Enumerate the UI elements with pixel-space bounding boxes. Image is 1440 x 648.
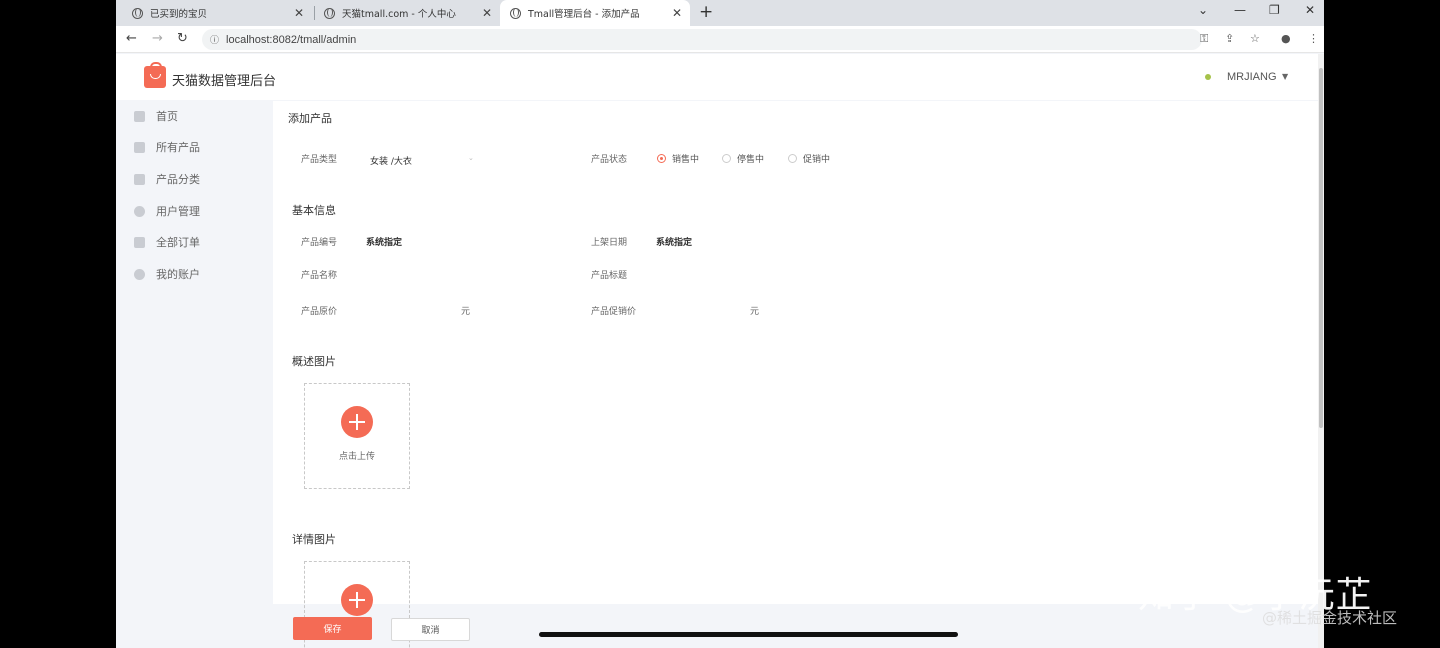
shelf-date-value: 系统指定 — [656, 238, 693, 248]
reload-icon[interactable]: ↻ — [177, 31, 188, 46]
tab-title: Tmall管理后台 - 添加产品 — [528, 9, 640, 20]
home-indicator — [539, 632, 958, 637]
shelf-date-label: 上架日期 — [591, 238, 628, 248]
page-title: 添加产品 — [288, 112, 332, 125]
user-icon — [134, 205, 145, 217]
sidebar-item-categories[interactable]: 产品分类 — [134, 170, 200, 188]
original-price-label: 产品原价 — [301, 307, 338, 317]
sidebar-item-label: 全部订单 — [156, 236, 200, 249]
original-price-input[interactable] — [366, 301, 456, 317]
product-title-label: 产品标题 — [591, 271, 628, 281]
back-icon[interactable]: ← — [126, 31, 137, 46]
bookmark-star-icon[interactable]: ☆ — [1250, 32, 1260, 45]
sidebar-item-account[interactable]: 我的账户 — [134, 265, 200, 283]
share-icon[interactable]: ⇪ — [1225, 32, 1234, 45]
promo-price-label: 产品促销价 — [591, 307, 637, 317]
gear-icon — [134, 268, 145, 280]
status-radio-off-sale[interactable]: 停售中 — [722, 152, 764, 165]
sidebar-item-orders[interactable]: 全部订单 — [134, 233, 200, 251]
radio-checked-icon — [657, 154, 666, 163]
add-product-form: 添加产品 产品类型 女装 /大衣 ⌄ 产品状态 销售中 停售中 促销中 基本信息… — [273, 101, 1318, 648]
product-name-label: 产品名称 — [301, 271, 338, 281]
radio-label: 销售中 — [672, 155, 700, 165]
basic-info-title: 基本信息 — [292, 204, 336, 217]
site-info-icon[interactable]: ⓘ — [210, 33, 219, 46]
product-id-label: 产品编号 — [301, 238, 338, 248]
original-price-unit: 元 — [461, 307, 471, 317]
window-close-icon[interactable]: ✕ — [1305, 3, 1315, 17]
globe-icon — [132, 7, 143, 19]
detail-images-title: 详情图片 — [292, 533, 336, 546]
chevron-down-icon[interactable]: ⌄ — [468, 154, 474, 162]
sidebar: 首页 所有产品 产品分类 用户管理 全部订单 我的账户 — [116, 100, 272, 648]
menu-kebab-icon[interactable]: ⋮ — [1308, 32, 1319, 45]
home-icon — [134, 110, 145, 122]
sidebar-item-users[interactable]: 用户管理 — [134, 202, 200, 220]
sidebar-item-all-products[interactable]: 所有产品 — [134, 138, 200, 156]
product-type-label: 产品类型 — [301, 155, 338, 165]
tmall-bag-logo-icon — [144, 62, 166, 88]
profile-icon[interactable]: ● — [1281, 32, 1291, 45]
tab-close-icon[interactable]: ✕ — [294, 6, 304, 20]
globe-icon — [510, 7, 521, 19]
status-radio-promotion[interactable]: 促销中 — [788, 152, 830, 165]
page-scrollbar[interactable] — [1318, 54, 1324, 648]
order-icon — [134, 236, 145, 248]
tab-title: 天猫tmall.com - 个人中心 — [342, 9, 456, 20]
url-bar[interactable]: ⓘ localhost:8082/tmall/admin — [202, 29, 1202, 50]
tab-search-icon[interactable]: ⌄ — [1198, 3, 1208, 17]
status-radio-on-sale[interactable]: 销售中 — [657, 152, 699, 165]
promo-price-input[interactable] — [656, 301, 746, 317]
product-type-select[interactable]: 女装 /大衣 — [370, 154, 412, 167]
user-menu[interactable]: MRJIANG — [1227, 71, 1277, 83]
product-id-value: 系统指定 — [366, 238, 403, 248]
globe-icon — [324, 7, 335, 19]
plus-icon — [341, 406, 373, 438]
sidebar-item-label: 首页 — [156, 110, 178, 123]
app-header: 天猫数据管理后台 MRJIANG ▼ — [116, 54, 1324, 100]
overview-images-title: 概述图片 — [292, 355, 336, 368]
user-avatar[interactable] — [1205, 74, 1211, 80]
forward-icon[interactable]: → — [152, 31, 163, 46]
key-icon[interactable]: ⚿ — [1200, 32, 1208, 46]
sidebar-item-label: 用户管理 — [156, 205, 200, 218]
category-icon — [134, 173, 145, 185]
radio-unchecked-icon — [722, 154, 731, 163]
product-title-input[interactable] — [656, 265, 836, 281]
maximize-icon[interactable]: ❐ — [1269, 3, 1280, 17]
radio-label: 停售中 — [737, 155, 765, 165]
tab-admin-add-product[interactable]: Tmall管理后台 - 添加产品 ✕ — [500, 0, 690, 26]
sidebar-item-home[interactable]: 首页 — [134, 107, 178, 125]
save-button[interactable]: 保存 — [293, 617, 372, 640]
sidebar-item-label: 所有产品 — [156, 141, 200, 154]
radio-unchecked-icon — [788, 154, 797, 163]
cancel-button[interactable]: 取消 — [391, 618, 470, 641]
minimize-icon[interactable]: — — [1234, 3, 1246, 17]
tab-close-icon[interactable]: ✕ — [482, 6, 492, 20]
overview-image-upload[interactable]: 点击上传 — [304, 383, 410, 489]
url-text: localhost:8082/tmall/admin — [226, 33, 357, 46]
address-toolbar: ← → ↻ ⓘ localhost:8082/tmall/admin ⚿ ⇪ ☆… — [116, 26, 1324, 53]
product-status-label: 产品状态 — [591, 155, 628, 165]
tab-purchased[interactable]: 已买到的宝贝 ✕ — [122, 0, 312, 26]
tab-personal-center[interactable]: 天猫tmall.com - 个人中心 ✕ — [314, 0, 500, 26]
scrollbar-thumb[interactable] — [1319, 68, 1323, 428]
radio-label: 促销中 — [803, 155, 831, 165]
tab-close-icon[interactable]: ✕ — [672, 6, 682, 20]
promo-price-unit: 元 — [750, 307, 760, 317]
new-tab-button[interactable]: + — [699, 2, 713, 22]
sidebar-item-label: 我的账户 — [156, 268, 200, 281]
browser-window: 已买到的宝贝 ✕ 天猫tmall.com - 个人中心 ✕ Tmall管理后台 … — [116, 0, 1324, 648]
product-icon — [134, 141, 145, 153]
product-name-input[interactable] — [366, 265, 546, 281]
upload-label: 点击上传 — [338, 452, 375, 462]
tab-title: 已买到的宝贝 — [150, 9, 208, 20]
tab-bar: 已买到的宝贝 ✕ 天猫tmall.com - 个人中心 ✕ Tmall管理后台 … — [116, 0, 1324, 26]
app-title: 天猫数据管理后台 — [172, 74, 277, 89]
plus-icon — [341, 584, 373, 616]
caret-down-icon[interactable]: ▼ — [1282, 72, 1288, 81]
watermark-juejin: @稀土掘金技术社区 — [1262, 609, 1398, 627]
sidebar-item-label: 产品分类 — [156, 173, 200, 186]
